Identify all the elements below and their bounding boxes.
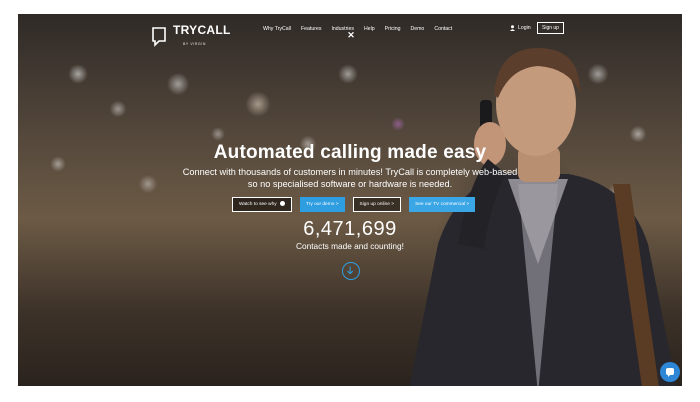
hero-buttons: Watch to see why Try our demo > Sign up … [232,197,476,212]
try-demo-button[interactable]: Try our demo > [300,197,345,212]
close-icon[interactable]: ✕ [346,30,356,40]
contacts-counter: 6,471,699 [303,218,397,240]
watch-video-label: Watch to see why [239,202,277,207]
logo-speech-icon [152,27,166,47]
top-navigation: TRYCALL BY VIRGIN Why TryCall Features I… [18,14,682,60]
brand-logo[interactable]: TRYCALL BY VIRGIN [151,24,231,50]
menu-item-features[interactable]: Features [296,25,326,33]
chat-icon [666,368,674,377]
menu-item-demo[interactable]: Demo [405,25,429,33]
user-icon [510,25,515,31]
contacts-counter-label: Contacts made and counting! [296,241,404,251]
brand-name: TRYCALL BY VIRGIN [173,24,231,50]
signup-online-button[interactable]: Sign up online > [352,197,402,212]
menu-item-why-trycall[interactable]: Why TryCall [258,25,296,33]
arrow-down-icon [347,266,354,275]
hero-section: TRYCALL BY VIRGIN Why TryCall Features I… [18,14,682,386]
login-link[interactable]: Login [510,25,531,31]
play-icon [280,200,286,206]
main-menu: Why TryCall Features Industries Help Pri… [258,25,457,33]
tv-commercial-button[interactable]: See our TV commercial > [409,197,476,212]
scroll-down-button[interactable] [342,262,360,280]
menu-item-help[interactable]: Help [359,25,380,33]
menu-item-contact[interactable]: Contact [429,25,457,33]
login-label: Login [518,25,531,31]
hero-subtext: Connect with thousands of customers in m… [182,167,518,189]
watch-video-button[interactable]: Watch to see why [232,197,293,212]
menu-item-pricing[interactable]: Pricing [380,25,406,33]
signup-button[interactable]: Sign up [537,22,564,34]
hero-headline: Automated calling made easy [213,142,487,163]
brand-tagline: BY VIRGIN [183,42,207,46]
chat-widget-button[interactable] [660,362,680,382]
